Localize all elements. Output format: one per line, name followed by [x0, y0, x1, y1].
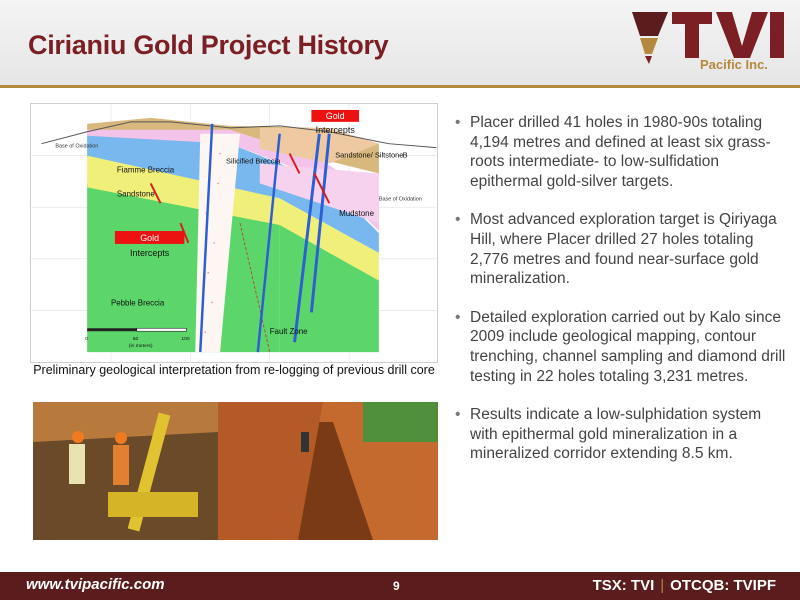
label-silicified-breccia: Silicified Breccia [226, 157, 281, 166]
ticker-otc: OTCQB: TVIPF [670, 577, 776, 594]
bullet-item: Most advanced exploration target is Qiri… [455, 210, 790, 288]
label-base-oxidation-right: Base of Oxidation [379, 196, 422, 202]
field-photographs [33, 402, 438, 540]
label-sandstone-siltstone: Sandstone/ Siltstone [335, 151, 403, 160]
label-fault-zone: Fault Zone [270, 327, 308, 336]
project-history-bullets: Placer drilled 41 holes in 1980-90s tota… [455, 113, 790, 483]
label-mudstone: Mudstone [339, 209, 374, 218]
footer-website-link[interactable]: www.tvipacific.com [26, 576, 165, 593]
bullet-item: Placer drilled 41 holes in 1980-90s tota… [455, 113, 790, 191]
label-sandstone: Sandstone [117, 189, 155, 198]
page-number: 9 [393, 579, 400, 593]
footer-ticker: TSX: TVI | OTCQB: TVIPF [593, 577, 776, 594]
slide-footer: www.tvipacific.com 9 TSX: TVI | OTCQB: TVI… [0, 572, 800, 600]
label-fiamme-breccia: Fiamme Breccia [117, 165, 175, 174]
label-pebble-breccia: Pebble Breccia [111, 298, 165, 307]
label-base-oxidation-left: Base of Oxidation [55, 144, 98, 150]
diagram-caption: Preliminary geological interpretation fr… [33, 363, 435, 377]
gold-intercepts-left-word1: Gold [140, 233, 159, 243]
scale-50: 50 [133, 336, 139, 342]
bullet-item: Results indicate a low-sulphidation syst… [455, 405, 790, 464]
gold-intercepts-left-word2: Intercepts [130, 248, 170, 258]
slide-title: Cirianiu Gold Project History [28, 30, 389, 60]
ticker-tsx: TSX: TVI [592, 577, 655, 594]
bullet-item: Detailed exploration carried out by Kalo… [455, 308, 790, 386]
scale-units: (in meters) [129, 343, 153, 349]
scale-100: 100 [181, 336, 190, 342]
gold-intercepts-top-word1: Gold [326, 111, 345, 121]
header-divider [0, 85, 800, 88]
logo-subtitle: Pacific Inc. [700, 57, 768, 72]
scale-0: 0 [85, 336, 88, 342]
ticker-separator: | [660, 577, 665, 594]
gold-intercepts-top-word2: Intercepts [316, 125, 356, 135]
geological-cross-section: Gold Intercepts Gold Intercepts Base of … [30, 103, 438, 363]
label-b-marker: B [403, 151, 408, 160]
